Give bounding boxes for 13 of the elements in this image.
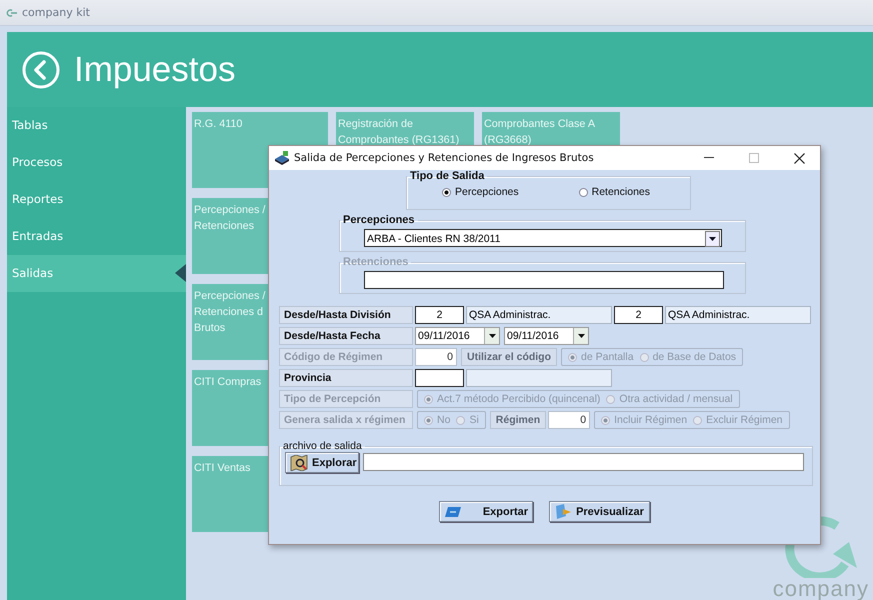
group-label: Retenciones [342,256,410,268]
field-label: Desde/Hasta División [279,306,413,324]
field-label: Provincia [279,369,413,387]
field-label: Régimen [490,411,546,429]
group-label: Percepciones [342,214,416,226]
field-label: Genera salida x régimen [279,411,413,429]
field-label: Tipo de Percepción [279,390,413,408]
field-label: Utilizar el código [461,348,558,366]
page-title: Impuestos [74,50,236,90]
app-title: company kit [22,6,90,19]
field-label: Desde/Hasta Fecha [279,327,413,345]
field-label: Código de Régimen [279,348,413,366]
group-label: Tipo de Salida [409,170,486,182]
